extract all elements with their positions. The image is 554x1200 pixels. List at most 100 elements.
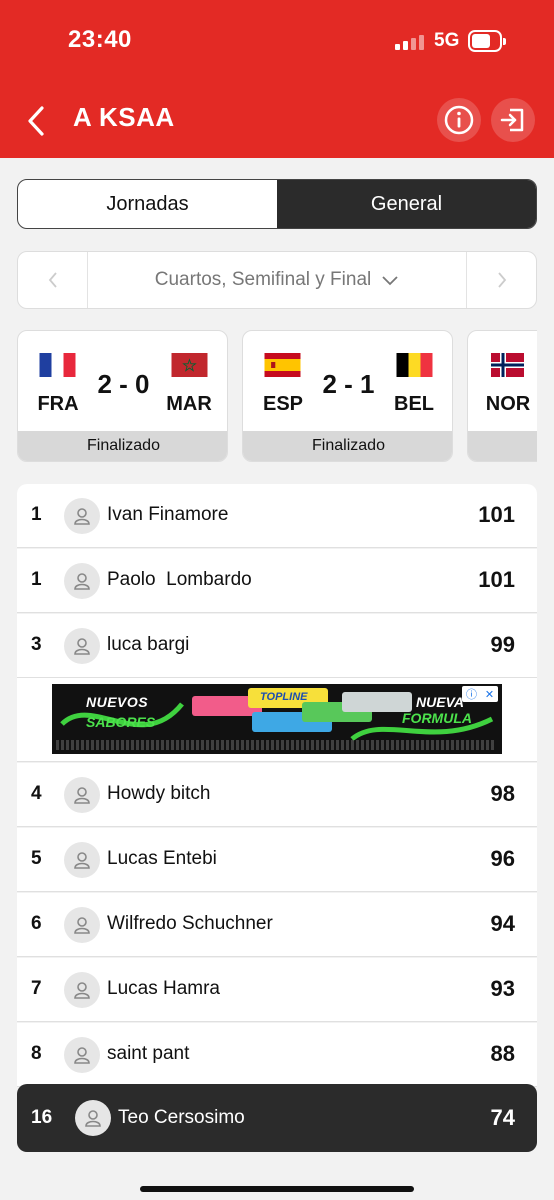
ranking-row[interactable]: 1 Paolo Lombardo 101 (17, 549, 537, 613)
match-carousel: FRA MAR 2 - 0 Finalizado ESP BEL 2 - 1 F… (17, 330, 537, 462)
ad-headline: NUEVOS (86, 694, 149, 710)
ranking-row[interactable]: 4 Howdy bitch 98 (17, 763, 537, 827)
player-name: Wilfredo Schuchner (107, 913, 273, 934)
ad-product (342, 692, 412, 712)
match-card[interactable]: NOR (467, 330, 537, 462)
avatar (64, 777, 100, 813)
ad-fine-print (56, 740, 496, 750)
ranking-row[interactable]: 5 Lucas Entebi 96 (17, 828, 537, 892)
player-points: 88 (490, 1041, 515, 1066)
tab-general[interactable]: General (277, 180, 536, 228)
info-button[interactable] (437, 98, 481, 142)
rank-position: 3 (31, 634, 42, 655)
match-score: 2 - 0 (97, 369, 150, 399)
phase-dropdown[interactable]: Cuartos, Semifinal y Final (88, 252, 466, 308)
user-icon (74, 852, 90, 869)
player-points: 101 (478, 502, 515, 527)
phase-next-button[interactable] (466, 252, 536, 308)
chevron-left-icon (28, 106, 44, 136)
ad-brand: TOPLINE (260, 691, 308, 703)
ad-choices-button[interactable]: ⓘ ✕ (462, 686, 498, 702)
status-time: 23:40 (68, 26, 132, 53)
network-label: 5G (434, 30, 460, 51)
ad-headline: FORMULA (402, 710, 472, 726)
match-card[interactable]: ESP BEL 2 - 1 Finalizado (242, 330, 453, 462)
current-user-row[interactable]: 16 Teo Cersosimo 74 (17, 1084, 537, 1152)
home-team: NOR (485, 393, 531, 415)
rank-position: 4 (31, 783, 42, 804)
avatar (75, 1100, 111, 1136)
tab-jornadas[interactable]: Jornadas (18, 180, 277, 228)
view-tabs: Jornadas General (17, 179, 537, 229)
match-score: 2 - 1 (322, 369, 375, 399)
user-icon (74, 638, 90, 655)
app-header: 23:40 5G A KSAA (0, 0, 554, 158)
phase-selector: Cuartos, Semifinal y Final (17, 251, 537, 309)
rank-position: 5 (31, 848, 42, 869)
player-points: 96 (490, 846, 515, 871)
ad-info-icon: ⓘ (465, 689, 477, 701)
player-name: saint pant (107, 1043, 190, 1064)
player-name: luca bargi (107, 634, 190, 655)
rank-position: 6 (31, 913, 42, 934)
ranking-row[interactable]: 8 saint pant 88 (17, 1023, 537, 1087)
chevron-left-icon (48, 272, 57, 288)
user-icon (74, 787, 90, 804)
ad-close-icon: ✕ (484, 688, 495, 701)
avatar (64, 972, 100, 1008)
chevron-down-icon (382, 276, 398, 286)
avatar (64, 628, 100, 664)
player-name: Ivan Finamore (107, 504, 229, 525)
page-title: A KSAA (73, 102, 175, 132)
flag-norway-icon (491, 353, 524, 377)
ad-banner[interactable]: NUEVOS SABORES TOPLINE NUEVA FORMULA ⓘ ✕ (52, 684, 502, 754)
user-icon (74, 1047, 90, 1064)
match-card[interactable]: FRA MAR 2 - 0 Finalizado (17, 330, 228, 462)
player-points: 98 (490, 781, 515, 806)
chevron-right-icon (497, 272, 506, 288)
player-name: Lucas Hamra (107, 978, 220, 999)
rank-position: 1 (31, 504, 42, 525)
player-points: 74 (490, 1105, 515, 1130)
info-icon (444, 105, 474, 135)
player-name: Paolo Lombardo (107, 569, 252, 590)
ad-headline: NUEVA (416, 694, 464, 710)
avatar (64, 1037, 100, 1073)
player-points: 101 (478, 567, 515, 592)
home-indicator[interactable] (140, 1186, 414, 1192)
player-name: Lucas Entebi (107, 848, 217, 869)
ranking-row[interactable]: 6 Wilfredo Schuchner 94 (17, 893, 537, 957)
phase-prev-button[interactable] (18, 252, 88, 308)
signal-icon (395, 34, 425, 50)
battery-icon (468, 30, 506, 52)
player-points: 94 (490, 911, 515, 936)
rank-position: 8 (31, 1043, 42, 1064)
exit-icon (500, 108, 524, 132)
ad-headline: SABORES (86, 714, 156, 730)
rank-position: 1 (31, 569, 42, 590)
user-icon (74, 917, 90, 934)
phase-label: Cuartos, Semifinal y Final (154, 269, 372, 290)
avatar (64, 563, 100, 599)
match-status (468, 431, 537, 461)
avatar (64, 842, 100, 878)
player-points: 93 (490, 976, 515, 1001)
player-name: Howdy bitch (107, 783, 211, 804)
exit-button[interactable] (491, 98, 535, 142)
user-icon (74, 573, 90, 590)
rank-position: 16 (31, 1107, 53, 1128)
user-icon (85, 1110, 101, 1127)
match-status: Finalizado (18, 431, 227, 461)
user-icon (74, 508, 90, 525)
ranking-row[interactable]: 1 Ivan Finamore 101 (17, 484, 537, 548)
rank-position: 7 (31, 978, 42, 999)
ranking-row[interactable]: 3 luca bargi 99 (17, 614, 537, 678)
player-points: 99 (490, 632, 515, 657)
user-icon (74, 982, 90, 999)
player-name: Teo Cersosimo (118, 1107, 245, 1128)
avatar (64, 498, 100, 534)
ranking-row[interactable]: 7 Lucas Hamra 93 (17, 958, 537, 1022)
back-button[interactable] (22, 102, 52, 140)
avatar (64, 907, 100, 943)
match-status: Finalizado (243, 431, 452, 461)
